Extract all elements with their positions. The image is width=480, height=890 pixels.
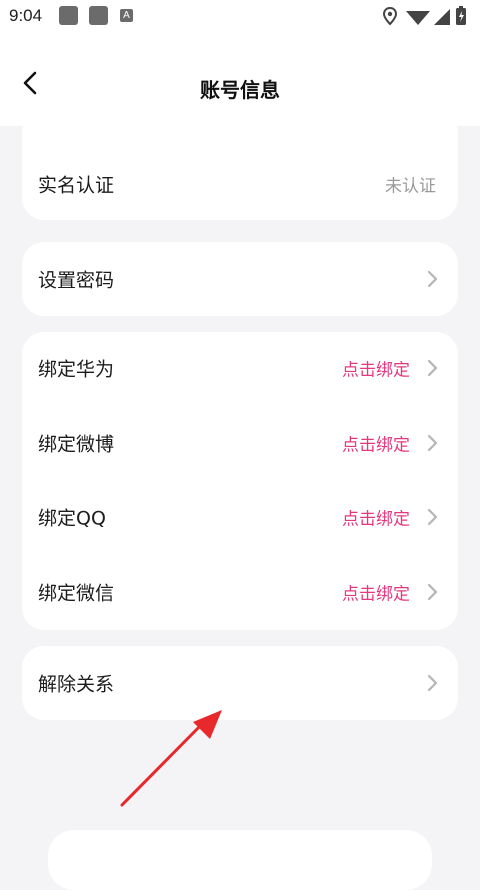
unbind-label: 解除关系 (38, 673, 115, 696)
bottom-button-card[interactable] (48, 830, 432, 890)
set-password-label: 设置密码 (38, 269, 115, 292)
bind-huawei-label: 绑定华为 (38, 358, 115, 381)
notification-icon (59, 6, 78, 25)
signal-icon (434, 9, 450, 25)
location-icon (382, 6, 398, 26)
status-time: 9:04 (9, 6, 43, 25)
bind-weibo-action[interactable]: 点击绑定 (342, 431, 410, 456)
chevron-right-icon (427, 674, 438, 692)
bind-wechat-label: 绑定微信 (38, 582, 115, 605)
a-badge-icon: A (120, 9, 133, 22)
page-title: 账号信息 (200, 78, 280, 102)
set-password-row[interactable]: 设置密码 (22, 247, 458, 311)
bind-huawei-row[interactable]: 绑定华为 点击绑定 (22, 336, 458, 400)
status-icons (382, 6, 466, 26)
chevron-right-icon (427, 359, 438, 377)
chevron-right-icon (427, 270, 438, 288)
real-name-row[interactable]: 实名认证 未认证 (22, 152, 458, 216)
app-header: 账号信息 (0, 34, 480, 126)
chevron-right-icon (427, 434, 438, 452)
battery-icon (456, 6, 466, 25)
bind-qq-action[interactable]: 点击绑定 (342, 505, 410, 530)
bind-huawei-action[interactable]: 点击绑定 (342, 356, 410, 381)
status-bar: 9:04 A (0, 0, 480, 34)
unbind-card: 解除关系 (22, 646, 458, 720)
chevron-right-icon (427, 583, 438, 601)
notification-icon (89, 6, 108, 25)
unbind-row[interactable]: 解除关系 (22, 651, 458, 715)
bindings-card: 绑定华为 点击绑定 绑定微博 点击绑定 绑定QQ 点击绑定 绑定微信 点击绑定 (22, 332, 458, 630)
real-name-status: 未认证 (385, 176, 436, 197)
password-card: 设置密码 (22, 242, 458, 316)
verification-card: 实名认证 未认证 (22, 110, 458, 220)
chevron-right-icon (427, 508, 438, 526)
bind-weibo-label: 绑定微博 (38, 433, 115, 456)
wifi-icon (406, 11, 430, 25)
real-name-label: 实名认证 (38, 174, 115, 197)
bind-wechat-row[interactable]: 绑定微信 点击绑定 (22, 560, 458, 624)
bind-weibo-row[interactable]: 绑定微博 点击绑定 (22, 411, 458, 475)
bind-wechat-action[interactable]: 点击绑定 (342, 580, 410, 605)
bind-qq-label: 绑定QQ (38, 507, 106, 530)
bind-qq-row[interactable]: 绑定QQ 点击绑定 (22, 485, 458, 549)
